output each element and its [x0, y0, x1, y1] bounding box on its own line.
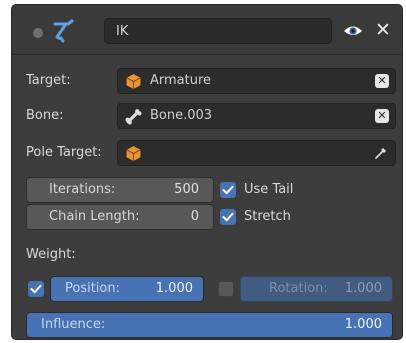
bone-label: Bone: — [26, 108, 64, 123]
bone-field[interactable]: Bone.003 ✕ — [117, 103, 396, 129]
position-weight-checkbox[interactable] — [28, 281, 44, 297]
use-tail-checkbox[interactable] — [220, 182, 236, 198]
position-weight-slider[interactable]: Position: 1.000 — [50, 276, 204, 302]
position-weight-label: Position: — [65, 281, 120, 296]
use-tail-label: Use Tail — [244, 182, 294, 197]
chain-length-field[interactable]: Chain Length: 0 — [26, 204, 214, 230]
eyedropper-icon[interactable] — [373, 145, 389, 161]
object-cube-icon — [126, 146, 141, 161]
clear-target-icon[interactable]: ✕ — [375, 74, 389, 88]
rotation-weight-checkbox[interactable] — [218, 281, 234, 297]
ik-constraint-panel: ✕ Target: Armature ✕ Bone: Bone.003 ✕ Po… — [11, 4, 403, 340]
drag-handle-dot[interactable] — [33, 28, 43, 38]
iterations-label: Iterations: — [49, 182, 116, 197]
constraint-name-input[interactable] — [105, 19, 331, 43]
chain-length-label: Chain Length: — [49, 209, 140, 224]
target-field[interactable]: Armature ✕ — [117, 68, 396, 94]
pole-target-field[interactable] — [117, 140, 396, 166]
influence-slider[interactable]: Influence: 1.000 — [26, 312, 393, 338]
ik-constraint-icon — [53, 19, 74, 43]
constraint-name-field[interactable] — [104, 18, 332, 44]
iterations-field[interactable]: Iterations: 500 — [26, 177, 214, 203]
constraint-header: ✕ — [12, 5, 402, 55]
bone-value: Bone.003 — [150, 108, 213, 123]
bone-icon — [125, 109, 142, 125]
close-icon[interactable]: ✕ — [372, 19, 394, 41]
rotation-weight-value: 1.000 — [344, 281, 382, 296]
influence-value: 1.000 — [344, 317, 382, 332]
stretch-checkbox[interactable] — [220, 209, 236, 225]
stretch-label: Stretch — [244, 209, 291, 224]
weight-label: Weight: — [26, 247, 76, 262]
iterations-value: 500 — [174, 182, 199, 197]
position-weight-value: 1.000 — [155, 281, 193, 296]
target-value: Armature — [150, 73, 212, 88]
eye-icon[interactable] — [342, 22, 364, 40]
rotation-weight-label: Rotation: — [269, 281, 328, 296]
pole-target-label: Pole Target: — [26, 145, 102, 160]
influence-label: Influence: — [41, 317, 106, 332]
chain-length-value: 0 — [190, 209, 199, 224]
target-label: Target: — [26, 73, 71, 88]
clear-bone-icon[interactable]: ✕ — [375, 109, 389, 123]
rotation-weight-slider[interactable]: Rotation: 1.000 — [240, 276, 393, 302]
object-cube-icon — [126, 74, 141, 89]
